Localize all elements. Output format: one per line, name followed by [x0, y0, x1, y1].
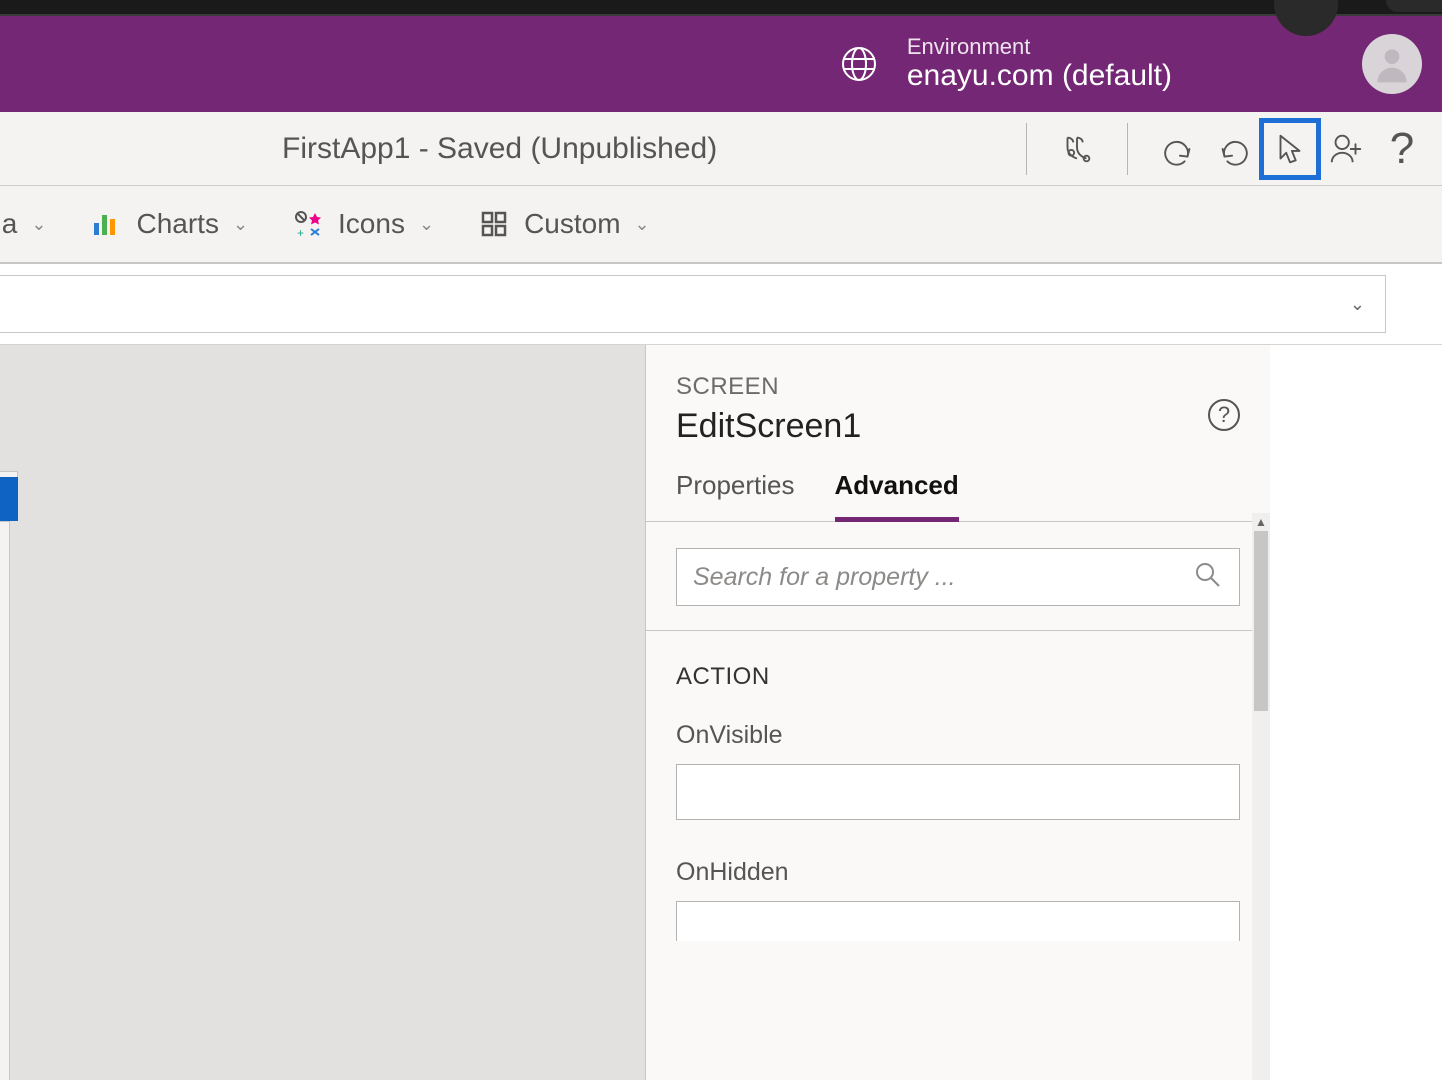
svg-text:+: +: [297, 226, 304, 239]
chevron-down-icon: ⌄: [31, 214, 46, 235]
scroll-thumb[interactable]: [1254, 531, 1268, 711]
app-header: Environment enayu.com (default): [0, 16, 1442, 112]
section-action-header: ACTION: [676, 663, 1240, 691]
panel-object-name: EditScreen1: [676, 407, 1240, 446]
main-area: SCREEN EditScreen1 ? Properties Advanced…: [0, 344, 1442, 1080]
user-avatar[interactable]: [1362, 34, 1422, 94]
formula-bar-row: ⌄: [0, 264, 1442, 344]
panel-help-icon[interactable]: ?: [1208, 399, 1240, 431]
app-checker-button[interactable]: [1049, 121, 1105, 177]
tab-advanced[interactable]: Advanced: [835, 470, 959, 522]
insert-ribbon: dia ⌄ Charts ⌄ + Icons ⌄ Custom ⌄: [0, 186, 1442, 264]
icons-icon: +: [292, 208, 324, 240]
environment-block[interactable]: Environment enayu.com (default): [907, 34, 1172, 94]
environment-label: Environment: [907, 34, 1172, 59]
custom-icon: [478, 208, 510, 240]
share-button[interactable]: [1318, 121, 1374, 177]
chevron-down-icon: ⌄: [419, 214, 434, 235]
property-search-input[interactable]: [693, 563, 1193, 592]
properties-panel: SCREEN EditScreen1 ? Properties Advanced…: [646, 345, 1270, 1080]
prop-input-onvisible[interactable]: [676, 764, 1240, 820]
help-button[interactable]: ?: [1374, 121, 1430, 177]
property-search[interactable]: [676, 548, 1240, 606]
panel-scrollbar[interactable]: ▲: [1252, 513, 1270, 1080]
panel-tabs: Properties Advanced: [646, 446, 1270, 522]
globe-icon: [839, 44, 879, 84]
separator: [1026, 123, 1027, 175]
tab-properties[interactable]: Properties: [676, 470, 795, 521]
search-icon: [1193, 560, 1223, 595]
canvas-selection-handle[interactable]: [0, 477, 18, 521]
ribbon-custom[interactable]: Custom ⌄: [474, 208, 654, 240]
prop-label-onvisible: OnVisible: [676, 721, 1240, 750]
ribbon-custom-label: Custom: [524, 208, 620, 240]
canvas-scrollbar[interactable]: [0, 521, 10, 1080]
app-title: FirstApp1 - Saved (Unpublished): [282, 132, 717, 166]
charts-icon: [90, 208, 122, 240]
ribbon-charts-label: Charts: [136, 208, 218, 240]
design-canvas[interactable]: [0, 345, 646, 1080]
redo-button[interactable]: [1206, 121, 1262, 177]
ribbon-icons[interactable]: + Icons ⌄: [288, 208, 438, 240]
scroll-up-icon[interactable]: ▲: [1252, 513, 1270, 531]
title-toolbar: FirstApp1 - Saved (Unpublished) ?: [0, 112, 1442, 186]
panel-object-type: SCREEN: [676, 373, 1240, 401]
preview-button[interactable]: [1262, 121, 1318, 177]
ribbon-icons-label: Icons: [338, 208, 405, 240]
browser-notch: [1386, 0, 1442, 12]
formula-bar[interactable]: ⌄: [0, 275, 1386, 333]
browser-chrome-top: [0, 0, 1442, 16]
chevron-down-icon: ⌄: [635, 214, 650, 235]
environment-name: enayu.com (default): [907, 59, 1172, 94]
divider: [646, 630, 1270, 631]
ribbon-media-label: dia: [0, 208, 17, 240]
chevron-down-icon: ⌄: [233, 214, 248, 235]
separator: [1127, 123, 1128, 175]
page-right-margin: [1270, 345, 1442, 1080]
ribbon-charts[interactable]: Charts ⌄: [86, 208, 252, 240]
ribbon-media[interactable]: dia ⌄: [0, 208, 50, 240]
chevron-down-icon[interactable]: ⌄: [1350, 294, 1365, 315]
prop-input-onhidden[interactable]: [676, 901, 1240, 941]
undo-button[interactable]: [1150, 121, 1206, 177]
prop-label-onhidden: OnHidden: [676, 858, 1240, 887]
